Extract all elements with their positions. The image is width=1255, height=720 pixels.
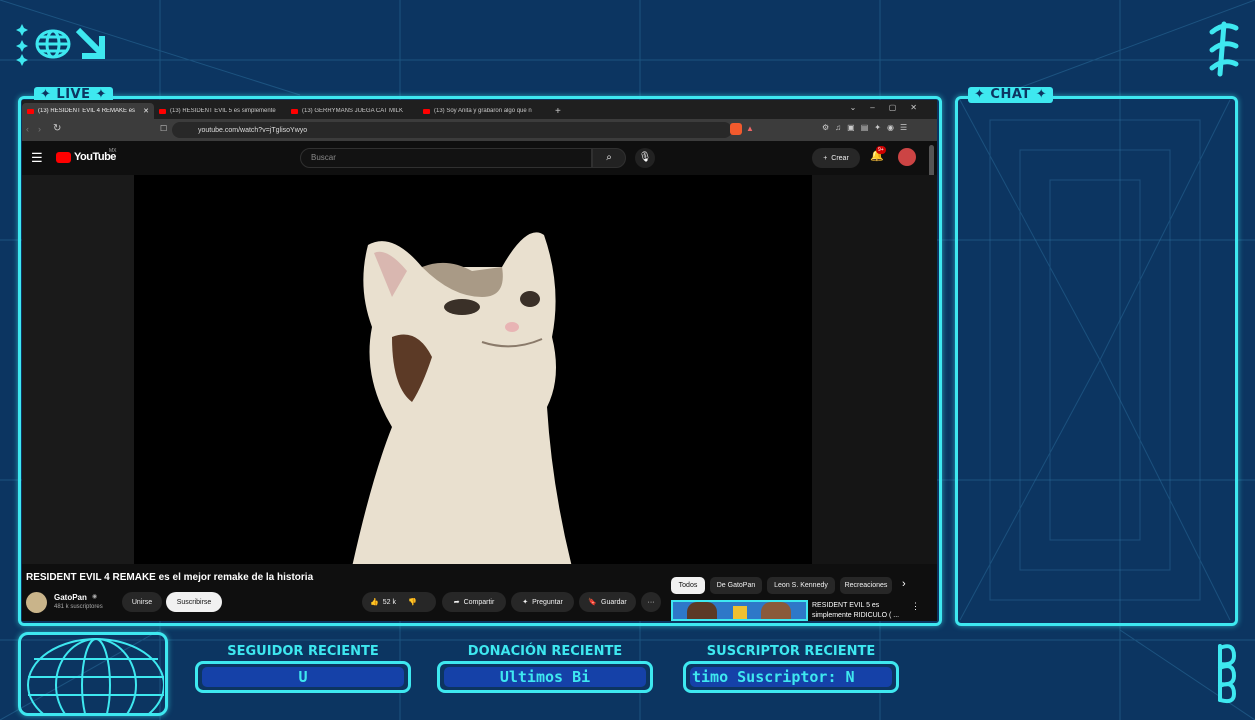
back-icon[interactable]: ‹ <box>26 124 29 134</box>
mic-icon[interactable]: 🎙 <box>635 148 655 168</box>
subscribe-button[interactable]: Suscribirse <box>166 592 222 612</box>
bookmark-icon: 🔖 <box>588 599 598 606</box>
like-dislike-group: 👍 52 k 👎 <box>362 592 436 612</box>
chat-frame <box>955 96 1238 626</box>
more-actions-button[interactable]: ··· <box>641 592 661 612</box>
join-label: Unirse <box>131 598 153 606</box>
bookmark-icon[interactable]: ☐ <box>160 124 167 133</box>
recent-follower-value: U <box>298 668 308 686</box>
url-bar[interactable]: youtube.com/watch?v=jTglisoYwyo <box>172 122 732 138</box>
video-info: RESIDENT EVIL 4 REMAKE es el mejor remak… <box>22 564 937 621</box>
dislike-icon[interactable]: 👎 <box>408 598 417 606</box>
youtube-header: ☰ YouTube MX Buscar ⌕ 🎙 + Crear 🔔 9+ <box>22 141 937 255</box>
chip-leon[interactable]: Leon S. Kennedy <box>767 577 835 594</box>
address-toolbar: ‹ › ↻ ☐ youtube.com/watch?v=jTglisoYwyo … <box>22 119 937 141</box>
browser-tab[interactable]: (13) RESIDENT EVIL 5 es simplemente <box>154 103 286 119</box>
extensions-icons[interactable]: ⚙♫▣▤✦◉☰ <box>822 123 913 132</box>
recent-follower-pill: U <box>195 661 411 693</box>
tab-title: (13) RESIDENT EVIL 4 REMAKE es <box>38 108 136 114</box>
tab-title: (13) RESIDENT EVIL 5 es simplemente <box>170 108 276 114</box>
create-button[interactable]: + Crear <box>812 148 860 168</box>
youtube-logo-icon[interactable] <box>56 152 71 163</box>
window-controls[interactable]: ⌄–▢✕ <box>850 103 931 112</box>
region-code: MX <box>109 148 117 154</box>
video-title: RESIDENT EVIL 4 REMAKE es el mejor remak… <box>26 572 314 583</box>
video-player[interactable] <box>22 175 812 564</box>
chip-de-gatopan[interactable]: De GatoPan <box>710 577 762 594</box>
chat-tag: ✦ CHAT ✦ <box>968 87 1054 103</box>
video-right-bar <box>812 175 937 564</box>
avatar[interactable] <box>898 148 916 166</box>
youtube-favicon-icon <box>27 108 34 114</box>
decorative-coil-icon <box>1218 644 1237 704</box>
browser-tab[interactable]: (13) RESIDENT EVIL 4 REMAKE es ✕ <box>22 103 154 119</box>
recommendation-title[interactable]: RESIDENT EVIL 5 es simplemente RIDICULO … <box>812 601 899 621</box>
browser-window: (13) RESIDENT EVIL 4 REMAKE es ✕ (13) RES… <box>22 100 937 621</box>
channel-avatar[interactable] <box>26 592 47 613</box>
save-button[interactable]: 🔖 Guardar <box>579 592 636 612</box>
decorative-squiggle-icon <box>1209 21 1239 77</box>
tab-strip: (13) RESIDENT EVIL 4 REMAKE es ✕ (13) RES… <box>22 100 937 119</box>
channel-name[interactable]: GatoPan <box>54 593 87 602</box>
recent-subscriber-label: SUSCRIPTOR RECIENTE <box>706 644 876 659</box>
rec-more-icon[interactable]: ⋮ <box>911 601 920 612</box>
rec-title-line: simplemente RIDICULO ( ... <box>812 612 900 619</box>
join-button[interactable]: Unirse <box>122 592 162 612</box>
recent-donation-pill: Ultimos Bi <box>437 661 653 693</box>
more-icon: ··· <box>647 598 655 606</box>
plus-icon: + <box>823 154 828 162</box>
browser-tab[interactable]: (13) Soy Anita y grabaron algo que n <box>418 103 550 119</box>
recent-subscriber-pill: timo Suscriptor: N <box>683 661 899 693</box>
video-left-bar <box>22 175 134 564</box>
sparkle-icon: ✦ <box>522 599 529 606</box>
stream-logo-icon <box>16 24 105 66</box>
close-tab-icon[interactable]: ✕ <box>143 107 149 115</box>
subscriber-count: 481 k suscriptores <box>54 604 103 610</box>
like-count[interactable]: 52 k <box>383 599 396 606</box>
recent-donation-label: DONACIÓN RECIENTE <box>467 644 623 659</box>
verified-icon: ◉ <box>92 594 98 600</box>
tab-title: (13) GERRYMANS JUEGA CAT MILK <box>302 108 404 114</box>
recent-follower-label: SEGUIDOR RECIENTE <box>227 644 379 659</box>
search-button[interactable]: ⌕ <box>592 148 626 168</box>
share-icon: ➦ <box>453 599 460 606</box>
globe-icon <box>27 638 164 713</box>
recommendation-thumbnail[interactable] <box>671 600 808 621</box>
browser-tab[interactable]: (13) GERRYMANS JUEGA CAT MILK <box>286 103 418 119</box>
reload-icon[interactable]: ↻ <box>53 123 61 134</box>
create-label: Crear <box>831 154 849 162</box>
cat-video-frame <box>352 232 572 564</box>
recent-donation-value: Ultimos Bi <box>499 668 591 686</box>
recent-subscriber-value: timo Suscriptor: N <box>692 668 855 686</box>
chip-label: De GatoPan <box>716 582 756 589</box>
rec-title-line: RESIDENT EVIL 5 es <box>812 602 880 609</box>
subscribe-label: Suscribirse <box>176 598 212 606</box>
chip-label: Recreaciones <box>844 582 888 589</box>
chip-recreaciones[interactable]: Recreaciones <box>840 577 892 594</box>
url-text: youtube.com/watch?v=jTglisoYwyo <box>198 126 308 134</box>
like-icon[interactable]: 👍 <box>370 598 379 606</box>
forward-icon[interactable]: › <box>38 124 41 134</box>
brave-shield-icon[interactable] <box>730 123 742 135</box>
new-tab-button[interactable]: + <box>550 103 570 119</box>
share-button[interactable]: ➦ Compartir <box>442 592 506 612</box>
youtube-favicon-icon <box>423 108 430 114</box>
share-label: Compartir <box>463 598 495 606</box>
youtube-favicon-icon <box>291 108 298 114</box>
chip-label: Todos <box>678 582 698 589</box>
brave-rewards-icon[interactable]: ▲ <box>746 124 754 133</box>
chips-next-icon[interactable]: › <box>902 578 906 590</box>
notification-badge: 9+ <box>876 146 886 154</box>
search-icon: ⌕ <box>606 152 612 163</box>
chip-todos[interactable]: Todos <box>671 577 705 594</box>
youtube-favicon-icon <box>159 108 166 114</box>
search-input[interactable]: Buscar <box>300 148 592 168</box>
ask-button[interactable]: ✦ Preguntar <box>511 592 574 612</box>
chip-label: Leon S. Kennedy <box>774 582 828 589</box>
ask-label: Preguntar <box>532 598 563 606</box>
menu-icon[interactable]: ☰ <box>31 150 43 166</box>
tab-title: (13) Soy Anita y grabaron algo que n <box>434 108 532 114</box>
save-label: Guardar <box>601 598 627 606</box>
